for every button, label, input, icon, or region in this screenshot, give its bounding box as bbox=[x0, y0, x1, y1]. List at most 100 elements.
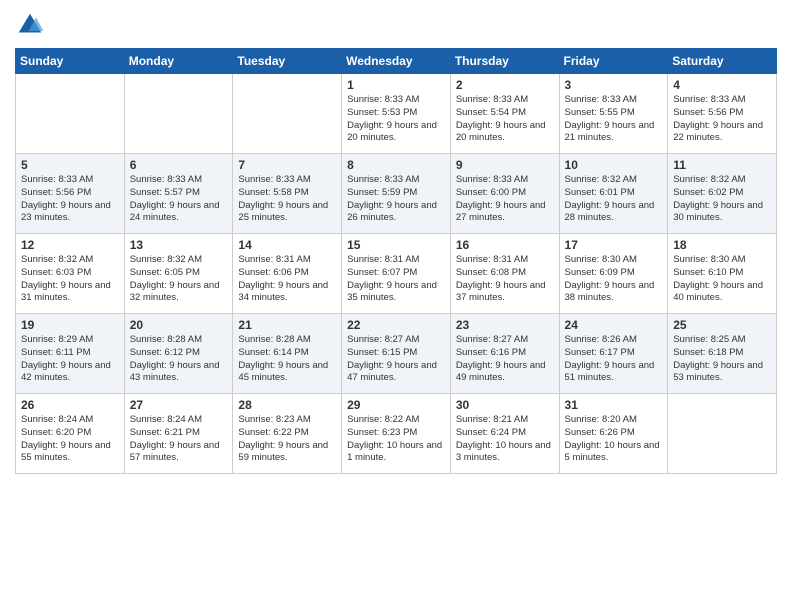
calendar-cell bbox=[668, 394, 777, 474]
calendar-cell: 20Sunrise: 8:28 AMSunset: 6:12 PMDayligh… bbox=[124, 314, 233, 394]
day-number: 10 bbox=[565, 158, 663, 172]
calendar-cell: 9Sunrise: 8:33 AMSunset: 6:00 PMDaylight… bbox=[450, 154, 559, 234]
day-info: Sunrise: 8:31 AMSunset: 6:07 PMDaylight:… bbox=[347, 254, 445, 305]
day-number: 30 bbox=[456, 398, 554, 412]
sunset-text: Sunset: 6:23 PM bbox=[347, 427, 445, 440]
daylight-text: Daylight: 10 hours and 1 minute. bbox=[347, 440, 445, 466]
day-number: 11 bbox=[673, 158, 771, 172]
calendar-cell: 28Sunrise: 8:23 AMSunset: 6:22 PMDayligh… bbox=[233, 394, 342, 474]
daylight-text: Daylight: 10 hours and 3 minutes. bbox=[456, 440, 554, 466]
calendar-cell: 29Sunrise: 8:22 AMSunset: 6:23 PMDayligh… bbox=[342, 394, 451, 474]
sunset-text: Sunset: 6:06 PM bbox=[238, 267, 336, 280]
sunrise-text: Sunrise: 8:33 AM bbox=[238, 174, 336, 187]
sunset-text: Sunset: 6:24 PM bbox=[456, 427, 554, 440]
calendar-cell bbox=[233, 74, 342, 154]
day-info: Sunrise: 8:32 AMSunset: 6:03 PMDaylight:… bbox=[21, 254, 119, 305]
daylight-text: Daylight: 9 hours and 59 minutes. bbox=[238, 440, 336, 466]
sunrise-text: Sunrise: 8:30 AM bbox=[565, 254, 663, 267]
weekday-header: Wednesday bbox=[342, 49, 451, 74]
sunset-text: Sunset: 6:16 PM bbox=[456, 347, 554, 360]
calendar-cell: 8Sunrise: 8:33 AMSunset: 5:59 PMDaylight… bbox=[342, 154, 451, 234]
calendar-cell: 1Sunrise: 8:33 AMSunset: 5:53 PMDaylight… bbox=[342, 74, 451, 154]
day-number: 12 bbox=[21, 238, 119, 252]
day-info: Sunrise: 8:27 AMSunset: 6:15 PMDaylight:… bbox=[347, 334, 445, 385]
calendar-header-row: SundayMondayTuesdayWednesdayThursdayFrid… bbox=[16, 49, 777, 74]
calendar-cell: 3Sunrise: 8:33 AMSunset: 5:55 PMDaylight… bbox=[559, 74, 668, 154]
weekday-header: Tuesday bbox=[233, 49, 342, 74]
sunrise-text: Sunrise: 8:32 AM bbox=[21, 254, 119, 267]
sunrise-text: Sunrise: 8:32 AM bbox=[565, 174, 663, 187]
daylight-text: Daylight: 9 hours and 27 minutes. bbox=[456, 200, 554, 226]
sunrise-text: Sunrise: 8:24 AM bbox=[21, 414, 119, 427]
sunset-text: Sunset: 5:54 PM bbox=[456, 107, 554, 120]
day-number: 21 bbox=[238, 318, 336, 332]
daylight-text: Daylight: 9 hours and 26 minutes. bbox=[347, 200, 445, 226]
day-info: Sunrise: 8:33 AMSunset: 5:53 PMDaylight:… bbox=[347, 94, 445, 145]
sunset-text: Sunset: 5:56 PM bbox=[673, 107, 771, 120]
calendar-week-row: 5Sunrise: 8:33 AMSunset: 5:56 PMDaylight… bbox=[16, 154, 777, 234]
sunset-text: Sunset: 6:09 PM bbox=[565, 267, 663, 280]
daylight-text: Daylight: 9 hours and 30 minutes. bbox=[673, 200, 771, 226]
calendar-cell: 17Sunrise: 8:30 AMSunset: 6:09 PMDayligh… bbox=[559, 234, 668, 314]
calendar-cell: 26Sunrise: 8:24 AMSunset: 6:20 PMDayligh… bbox=[16, 394, 125, 474]
day-info: Sunrise: 8:27 AMSunset: 6:16 PMDaylight:… bbox=[456, 334, 554, 385]
calendar-cell: 4Sunrise: 8:33 AMSunset: 5:56 PMDaylight… bbox=[668, 74, 777, 154]
calendar-week-row: 1Sunrise: 8:33 AMSunset: 5:53 PMDaylight… bbox=[16, 74, 777, 154]
daylight-text: Daylight: 9 hours and 24 minutes. bbox=[130, 200, 228, 226]
daylight-text: Daylight: 9 hours and 49 minutes. bbox=[456, 360, 554, 386]
calendar-cell: 13Sunrise: 8:32 AMSunset: 6:05 PMDayligh… bbox=[124, 234, 233, 314]
sunrise-text: Sunrise: 8:33 AM bbox=[347, 94, 445, 107]
calendar-cell: 5Sunrise: 8:33 AMSunset: 5:56 PMDaylight… bbox=[16, 154, 125, 234]
weekday-header: Saturday bbox=[668, 49, 777, 74]
daylight-text: Daylight: 9 hours and 22 minutes. bbox=[673, 120, 771, 146]
sunset-text: Sunset: 6:21 PM bbox=[130, 427, 228, 440]
day-info: Sunrise: 8:25 AMSunset: 6:18 PMDaylight:… bbox=[673, 334, 771, 385]
daylight-text: Daylight: 9 hours and 55 minutes. bbox=[21, 440, 119, 466]
day-info: Sunrise: 8:30 AMSunset: 6:10 PMDaylight:… bbox=[673, 254, 771, 305]
daylight-text: Daylight: 9 hours and 51 minutes. bbox=[565, 360, 663, 386]
page: SundayMondayTuesdayWednesdayThursdayFrid… bbox=[0, 0, 792, 612]
sunrise-text: Sunrise: 8:28 AM bbox=[130, 334, 228, 347]
sunset-text: Sunset: 5:59 PM bbox=[347, 187, 445, 200]
day-info: Sunrise: 8:28 AMSunset: 6:14 PMDaylight:… bbox=[238, 334, 336, 385]
sunrise-text: Sunrise: 8:31 AM bbox=[456, 254, 554, 267]
calendar-cell: 10Sunrise: 8:32 AMSunset: 6:01 PMDayligh… bbox=[559, 154, 668, 234]
sunrise-text: Sunrise: 8:33 AM bbox=[456, 174, 554, 187]
daylight-text: Daylight: 9 hours and 35 minutes. bbox=[347, 280, 445, 306]
sunset-text: Sunset: 6:11 PM bbox=[21, 347, 119, 360]
day-info: Sunrise: 8:32 AMSunset: 6:05 PMDaylight:… bbox=[130, 254, 228, 305]
calendar-cell: 22Sunrise: 8:27 AMSunset: 6:15 PMDayligh… bbox=[342, 314, 451, 394]
sunset-text: Sunset: 6:18 PM bbox=[673, 347, 771, 360]
sunset-text: Sunset: 6:01 PM bbox=[565, 187, 663, 200]
sunset-text: Sunset: 5:56 PM bbox=[21, 187, 119, 200]
sunset-text: Sunset: 6:26 PM bbox=[565, 427, 663, 440]
day-number: 17 bbox=[565, 238, 663, 252]
day-info: Sunrise: 8:26 AMSunset: 6:17 PMDaylight:… bbox=[565, 334, 663, 385]
daylight-text: Daylight: 9 hours and 23 minutes. bbox=[21, 200, 119, 226]
sunset-text: Sunset: 6:22 PM bbox=[238, 427, 336, 440]
calendar-cell: 23Sunrise: 8:27 AMSunset: 6:16 PMDayligh… bbox=[450, 314, 559, 394]
sunset-text: Sunset: 6:02 PM bbox=[673, 187, 771, 200]
sunrise-text: Sunrise: 8:28 AM bbox=[238, 334, 336, 347]
calendar-cell: 19Sunrise: 8:29 AMSunset: 6:11 PMDayligh… bbox=[16, 314, 125, 394]
daylight-text: Daylight: 9 hours and 20 minutes. bbox=[456, 120, 554, 146]
sunrise-text: Sunrise: 8:33 AM bbox=[21, 174, 119, 187]
sunrise-text: Sunrise: 8:33 AM bbox=[130, 174, 228, 187]
sunset-text: Sunset: 5:57 PM bbox=[130, 187, 228, 200]
daylight-text: Daylight: 9 hours and 37 minutes. bbox=[456, 280, 554, 306]
sunrise-text: Sunrise: 8:27 AM bbox=[456, 334, 554, 347]
calendar-cell bbox=[124, 74, 233, 154]
day-info: Sunrise: 8:24 AMSunset: 6:21 PMDaylight:… bbox=[130, 414, 228, 465]
calendar-cell: 24Sunrise: 8:26 AMSunset: 6:17 PMDayligh… bbox=[559, 314, 668, 394]
sunset-text: Sunset: 5:58 PM bbox=[238, 187, 336, 200]
day-info: Sunrise: 8:23 AMSunset: 6:22 PMDaylight:… bbox=[238, 414, 336, 465]
day-info: Sunrise: 8:28 AMSunset: 6:12 PMDaylight:… bbox=[130, 334, 228, 385]
weekday-header: Monday bbox=[124, 49, 233, 74]
daylight-text: Daylight: 9 hours and 43 minutes. bbox=[130, 360, 228, 386]
day-number: 2 bbox=[456, 78, 554, 92]
sunset-text: Sunset: 6:17 PM bbox=[565, 347, 663, 360]
day-info: Sunrise: 8:33 AMSunset: 5:57 PMDaylight:… bbox=[130, 174, 228, 225]
calendar-cell: 18Sunrise: 8:30 AMSunset: 6:10 PMDayligh… bbox=[668, 234, 777, 314]
weekday-header: Friday bbox=[559, 49, 668, 74]
logo bbox=[15, 10, 49, 40]
